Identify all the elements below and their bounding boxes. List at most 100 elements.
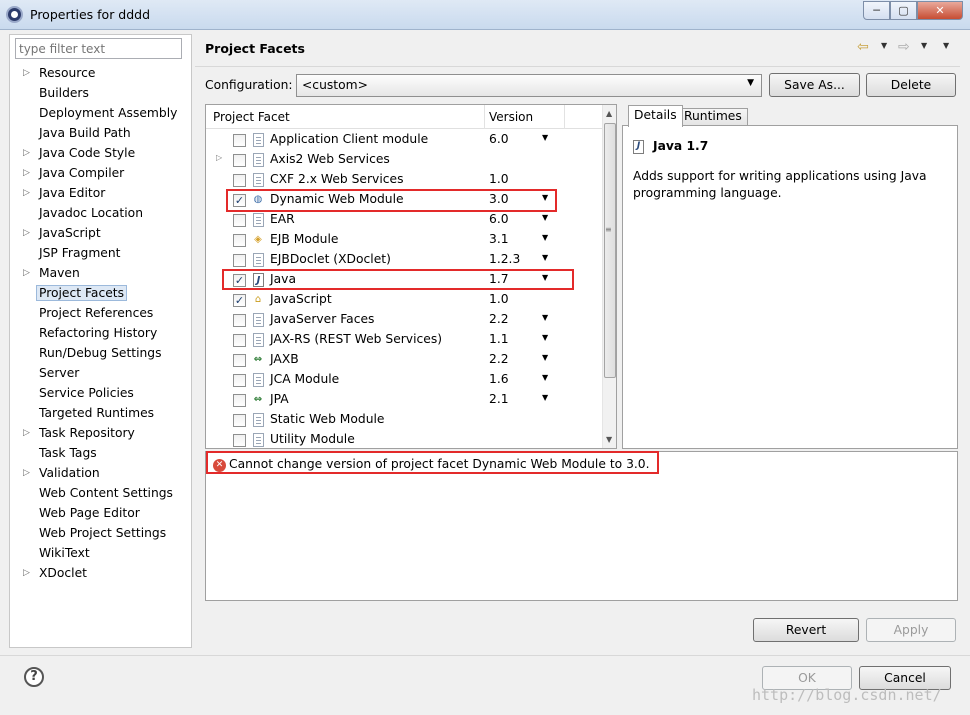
sidebar-item[interactable]: ▷ JavaScript [10, 223, 191, 243]
facet-version[interactable]: 2.1 [489, 392, 509, 406]
sidebar-item[interactable]: WikiText [10, 543, 191, 563]
facet-checkbox[interactable] [233, 214, 246, 227]
sidebar-item[interactable]: JSP Fragment [10, 243, 191, 263]
sidebar-item[interactable]: Web Content Settings [10, 483, 191, 503]
facet-checkbox[interactable] [233, 394, 246, 407]
minimize-button[interactable]: ─ [863, 1, 890, 20]
facet-row[interactable]: ⇔ JPA 2.1 ▼ [206, 390, 606, 410]
sidebar-item[interactable]: ▷ Java Editor [10, 183, 191, 203]
sidebar-item[interactable]: Project References [10, 303, 191, 323]
view-menu-icon[interactable]: ▼ [943, 41, 949, 50]
sidebar-item[interactable]: ▷ Resource [10, 63, 191, 83]
facet-checkbox[interactable] [233, 134, 246, 147]
facet-version[interactable]: 3.1 [489, 232, 509, 246]
facet-version[interactable]: 1.1 [489, 332, 509, 346]
close-button[interactable]: ✕ [917, 1, 963, 20]
facet-version[interactable]: 6.0 [489, 132, 509, 146]
column-header-facet[interactable]: Project Facet [213, 110, 290, 124]
sidebar-item[interactable]: ▷ Java Compiler [10, 163, 191, 183]
facet-checkbox[interactable] [233, 334, 246, 347]
expand-arrow-icon[interactable]: ▷ [216, 153, 222, 162]
facet-row[interactable]: CXF 2.x Web Services 1.0 [206, 170, 606, 190]
sidebar-item[interactable]: Java Build Path [10, 123, 191, 143]
expand-arrow-icon[interactable]: ▷ [23, 263, 30, 283]
sidebar-item[interactable]: Web Project Settings [10, 523, 191, 543]
expand-arrow-icon[interactable]: ▷ [23, 563, 30, 583]
maximize-button[interactable]: ▢ [890, 1, 917, 20]
facet-row[interactable]: ✓ ⌂ JavaScript 1.0 [206, 290, 606, 310]
sidebar-item[interactable]: Javadoc Location [10, 203, 191, 223]
sidebar-item[interactable]: Run/Debug Settings [10, 343, 191, 363]
scrollbar-thumb[interactable] [604, 123, 616, 378]
version-dropdown-icon[interactable]: ▼ [542, 333, 548, 342]
facet-row[interactable]: Application Client module 6.0 ▼ [206, 130, 606, 150]
forward-dropdown-icon[interactable]: ▼ [921, 41, 927, 50]
facet-row[interactable]: JavaServer Faces 2.2 ▼ [206, 310, 606, 330]
tab-runtimes[interactable]: Runtimes [678, 108, 748, 126]
version-dropdown-icon[interactable]: ▼ [542, 393, 548, 402]
scroll-up-icon[interactable]: ▲ [606, 109, 612, 118]
sidebar-item[interactable]: ▷ Maven [10, 263, 191, 283]
delete-button[interactable]: Delete [866, 73, 956, 97]
version-dropdown-icon[interactable]: ▼ [542, 313, 548, 322]
back-arrow-icon[interactable]: ⇦ [857, 39, 869, 55]
facet-row[interactable]: Utility Module [206, 430, 606, 448]
forward-arrow-icon[interactable]: ⇨ [898, 39, 910, 55]
expand-arrow-icon[interactable]: ▷ [23, 223, 30, 243]
facet-checkbox[interactable] [233, 354, 246, 367]
sidebar-item[interactable]: Service Policies [10, 383, 191, 403]
facet-checkbox[interactable] [233, 174, 246, 187]
facet-checkbox[interactable] [233, 154, 246, 167]
facet-row[interactable]: EJBDoclet (XDoclet) 1.2.3 ▼ [206, 250, 606, 270]
facet-version[interactable]: 2.2 [489, 352, 509, 366]
sidebar-item[interactable]: ▷ XDoclet [10, 563, 191, 583]
expand-arrow-icon[interactable]: ▷ [23, 163, 30, 183]
facet-version[interactable]: 2.2 [489, 312, 509, 326]
facet-row[interactable]: EAR 6.0 ▼ [206, 210, 606, 230]
scroll-down-icon[interactable]: ▼ [606, 435, 612, 444]
sidebar-item[interactable]: Web Page Editor [10, 503, 191, 523]
facet-checkbox[interactable] [233, 254, 246, 267]
facet-row[interactable]: Static Web Module [206, 410, 606, 430]
version-dropdown-icon[interactable]: ▼ [542, 213, 548, 222]
facets-scrollbar[interactable]: ▲ ≡ ▼ [602, 105, 616, 448]
facet-checkbox[interactable] [233, 434, 246, 447]
sidebar-item[interactable]: Project Facets [10, 283, 191, 303]
revert-button[interactable]: Revert [753, 618, 859, 642]
facet-checkbox[interactable] [233, 314, 246, 327]
sidebar-item[interactable]: Server [10, 363, 191, 383]
facet-version[interactable]: 6.0 [489, 212, 509, 226]
sidebar-item[interactable]: ▷ Validation [10, 463, 191, 483]
configuration-select[interactable]: <custom> ▼ [296, 74, 762, 97]
sidebar-item[interactable]: ▷ Task Repository [10, 423, 191, 443]
expand-arrow-icon[interactable]: ▷ [23, 143, 30, 163]
facet-row[interactable]: ◈ EJB Module 3.1 ▼ [206, 230, 606, 250]
version-dropdown-icon[interactable]: ▼ [542, 133, 548, 142]
facet-checkbox[interactable]: ✓ [233, 294, 246, 307]
facet-checkbox[interactable] [233, 374, 246, 387]
back-dropdown-icon[interactable]: ▼ [881, 41, 887, 50]
facet-version[interactable]: 1.6 [489, 372, 509, 386]
version-dropdown-icon[interactable]: ▼ [542, 253, 548, 262]
sidebar-item[interactable]: ▷ Java Code Style [10, 143, 191, 163]
expand-arrow-icon[interactable]: ▷ [23, 423, 30, 443]
sidebar-item[interactable]: Deployment Assembly [10, 103, 191, 123]
expand-arrow-icon[interactable]: ▷ [23, 183, 30, 203]
sidebar-item[interactable]: Task Tags [10, 443, 191, 463]
facet-checkbox[interactable] [233, 234, 246, 247]
save-as-button[interactable]: Save As... [769, 73, 860, 97]
column-header-version[interactable]: Version [489, 110, 533, 124]
expand-arrow-icon[interactable]: ▷ [23, 63, 30, 83]
sidebar-item[interactable]: Targeted Runtimes [10, 403, 191, 423]
version-dropdown-icon[interactable]: ▼ [542, 233, 548, 242]
facet-row[interactable]: JAX-RS (REST Web Services) 1.1 ▼ [206, 330, 606, 350]
version-dropdown-icon[interactable]: ▼ [542, 373, 548, 382]
help-icon[interactable]: ? [24, 667, 44, 687]
sidebar-item[interactable]: Refactoring History [10, 323, 191, 343]
facet-row[interactable]: JCA Module 1.6 ▼ [206, 370, 606, 390]
apply-button[interactable]: Apply [866, 618, 956, 642]
facet-checkbox[interactable] [233, 414, 246, 427]
facet-version[interactable]: 1.2.3 [489, 252, 520, 266]
sidebar-item[interactable]: Builders [10, 83, 191, 103]
expand-arrow-icon[interactable]: ▷ [23, 463, 30, 483]
